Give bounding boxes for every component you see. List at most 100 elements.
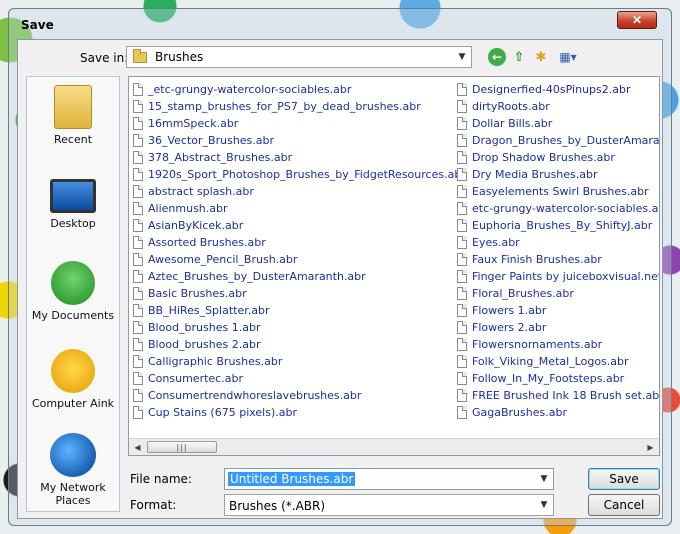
list-item[interactable]: 36_Vector_Brushes.abr	[133, 132, 453, 149]
chevron-down-icon[interactable]: ▼	[535, 495, 553, 515]
file-icon	[457, 287, 467, 300]
file-name: Flowers 1.abr	[472, 304, 547, 317]
list-item[interactable]: Dollar Bills.abr	[457, 115, 659, 132]
save-in-value: Brushes	[155, 50, 204, 64]
list-item[interactable]: Dry Media Brushes.abr	[457, 166, 659, 183]
place-label: My Network Places	[40, 481, 106, 507]
list-item[interactable]: Alienmush.abr	[133, 200, 453, 217]
list-item[interactable]: _etc-grungy-watercolor-sociables.abr	[133, 81, 453, 98]
go-back-icon[interactable]: ←	[488, 48, 506, 66]
file-icon	[133, 219, 143, 232]
file-icon	[133, 151, 143, 164]
file-icon	[133, 389, 143, 402]
title-bar[interactable]: Save ✕	[9, 9, 671, 39]
create-new-folder-icon[interactable]: ✱	[532, 48, 550, 66]
list-item[interactable]: Calligraphic Brushes.abr	[133, 353, 453, 370]
desktop-icon	[50, 179, 96, 213]
file-name: 36_Vector_Brushes.abr	[148, 134, 275, 147]
list-item[interactable]: Follow_In_My_Footsteps.abr	[457, 370, 659, 387]
place-desktop[interactable]: Desktop	[27, 173, 119, 230]
list-item[interactable]: Drop Shadow Brushes.abr	[457, 149, 659, 166]
save-in-dropdown[interactable]: Brushes ▼	[126, 46, 472, 68]
list-item[interactable]: FREE Brushed Ink 18 Brush set.abr	[457, 387, 659, 404]
list-item[interactable]: AsianByKicek.abr	[133, 217, 453, 234]
file-icon	[457, 236, 467, 249]
list-item[interactable]: Designerfied-40sPinups2.abr	[457, 81, 659, 98]
file-name: Faux Finish Brushes.abr	[472, 253, 602, 266]
list-item[interactable]: Euphoria_Brushes_By_ShiftyJ.abr	[457, 217, 659, 234]
file-name-input[interactable]: Untitled Brushes.abr ▼	[224, 468, 554, 490]
list-item[interactable]: abstract splash.abr	[133, 183, 453, 200]
place-recent[interactable]: Recent	[27, 85, 119, 146]
close-icon: ✕	[631, 13, 643, 27]
horizontal-scrollbar[interactable]: ◀ ||| ▶	[129, 438, 659, 455]
list-item[interactable]: GagaBrushes.abr	[457, 404, 659, 421]
list-item[interactable]: Consumertec.abr	[133, 370, 453, 387]
file-name-value[interactable]: Untitled Brushes.abr	[228, 472, 356, 486]
file-icon	[133, 83, 143, 96]
list-item[interactable]: Assorted Brushes.abr	[133, 234, 453, 251]
scroll-right-icon[interactable]: ▶	[642, 439, 659, 455]
file-name: Consumertec.abr	[148, 372, 243, 385]
list-item[interactable]: Flowersnornaments.abr	[457, 336, 659, 353]
list-item[interactable]: Floral_Brushes.abr	[457, 285, 659, 302]
list-item[interactable]: 1920s_Sport_Photoshop_Brushes_by_FidgetR…	[133, 166, 466, 183]
list-item[interactable]: 15_stamp_brushes_for_PS7_by_dead_brushes…	[133, 98, 453, 115]
file-name: Assorted Brushes.abr	[148, 236, 266, 249]
view-menu-icon[interactable]: ▦▾	[556, 48, 580, 66]
place-computer[interactable]: Computer Aink	[27, 349, 119, 410]
file-name: Eyes.abr	[472, 236, 520, 249]
list-item[interactable]: Folk_Viking_Metal_Logos.abr	[457, 353, 659, 370]
file-icon	[457, 117, 467, 130]
list-item[interactable]: 378_Abstract_Brushes.abr	[133, 149, 453, 166]
file-name: Consumertrendwhoreslavebrushes.abr	[148, 389, 362, 402]
list-item[interactable]: Awesome_Pencil_Brush.abr	[133, 251, 453, 268]
list-item[interactable]: 16mmSpeck.abr	[133, 115, 453, 132]
list-item[interactable]: Aztec_Brushes_by_DusterAmaranth.abr	[133, 268, 453, 285]
save-button[interactable]: Save	[588, 468, 660, 490]
list-item[interactable]: BB_HiRes_Splatter.abr	[133, 302, 453, 319]
file-icon	[457, 151, 467, 164]
list-item[interactable]: Blood_brushes 1.abr	[133, 319, 453, 336]
file-name: Dry Media Brushes.abr	[472, 168, 598, 181]
up-one-level-icon[interactable]: ⇧	[510, 48, 528, 66]
list-item[interactable]: Finger Paints by juiceboxvisual.net.a	[457, 268, 659, 285]
list-item[interactable]: Easyelements Swirl Brushes.abr	[457, 183, 659, 200]
save-in-label: Save in:	[80, 51, 129, 65]
file-list[interactable]: _etc-grungy-watercolor-sociables.abr 15_s…	[128, 76, 660, 456]
file-icon	[457, 253, 467, 266]
list-item[interactable]: Flowers 2.abr	[457, 319, 659, 336]
file-icon	[457, 406, 467, 419]
list-item[interactable]: Consumertrendwhoreslavebrushes.abr	[133, 387, 453, 404]
list-item[interactable]: etc-grungy-watercolor-sociables.abr	[457, 200, 659, 217]
chevron-down-icon[interactable]: ▼	[453, 47, 471, 67]
list-item[interactable]: Flowers 1.abr	[457, 302, 659, 319]
file-name: AsianByKicek.abr	[148, 219, 244, 232]
file-icon	[457, 168, 467, 181]
file-icon	[457, 185, 467, 198]
file-icon	[133, 236, 143, 249]
scroll-left-icon[interactable]: ◀	[129, 439, 146, 455]
list-item[interactable]: Basic Brushes.abr	[133, 285, 453, 302]
list-item[interactable]: dirtyRoots.abr	[457, 98, 659, 115]
scroll-thumb[interactable]: |||	[147, 441, 217, 453]
file-name: Floral_Brushes.abr	[472, 287, 574, 300]
list-item[interactable]: Eyes.abr	[457, 234, 659, 251]
close-button[interactable]: ✕	[617, 11, 657, 29]
place-my-documents[interactable]: My Documents	[27, 261, 119, 322]
file-name: abstract splash.abr	[148, 185, 254, 198]
file-icon	[457, 355, 467, 368]
chevron-down-icon[interactable]: ▼	[535, 469, 553, 489]
list-item[interactable]: Cup Stains (675 pixels).abr	[133, 404, 453, 421]
place-label: Computer Aink	[31, 397, 115, 410]
dialog-body: Save in: Brushes ▼ ← ⇧ ✱ ▦▾ Recent Deskt…	[17, 39, 663, 519]
list-item[interactable]: Dragon_Brushes_by_DusterAmaranth	[457, 132, 659, 149]
file-name: Cup Stains (675 pixels).abr	[148, 406, 298, 419]
list-item[interactable]: Faux Finish Brushes.abr	[457, 251, 659, 268]
file-icon	[133, 185, 143, 198]
place-network[interactable]: My Network Places	[27, 433, 119, 507]
cancel-button[interactable]: Cancel	[588, 494, 660, 516]
file-column-2: Designerfied-40sPinups2.abr dirtyRoots.ab…	[457, 81, 659, 421]
list-item[interactable]: Blood_brushes 2.abr	[133, 336, 453, 353]
format-dropdown[interactable]: Brushes (*.ABR) ▼	[224, 494, 554, 516]
